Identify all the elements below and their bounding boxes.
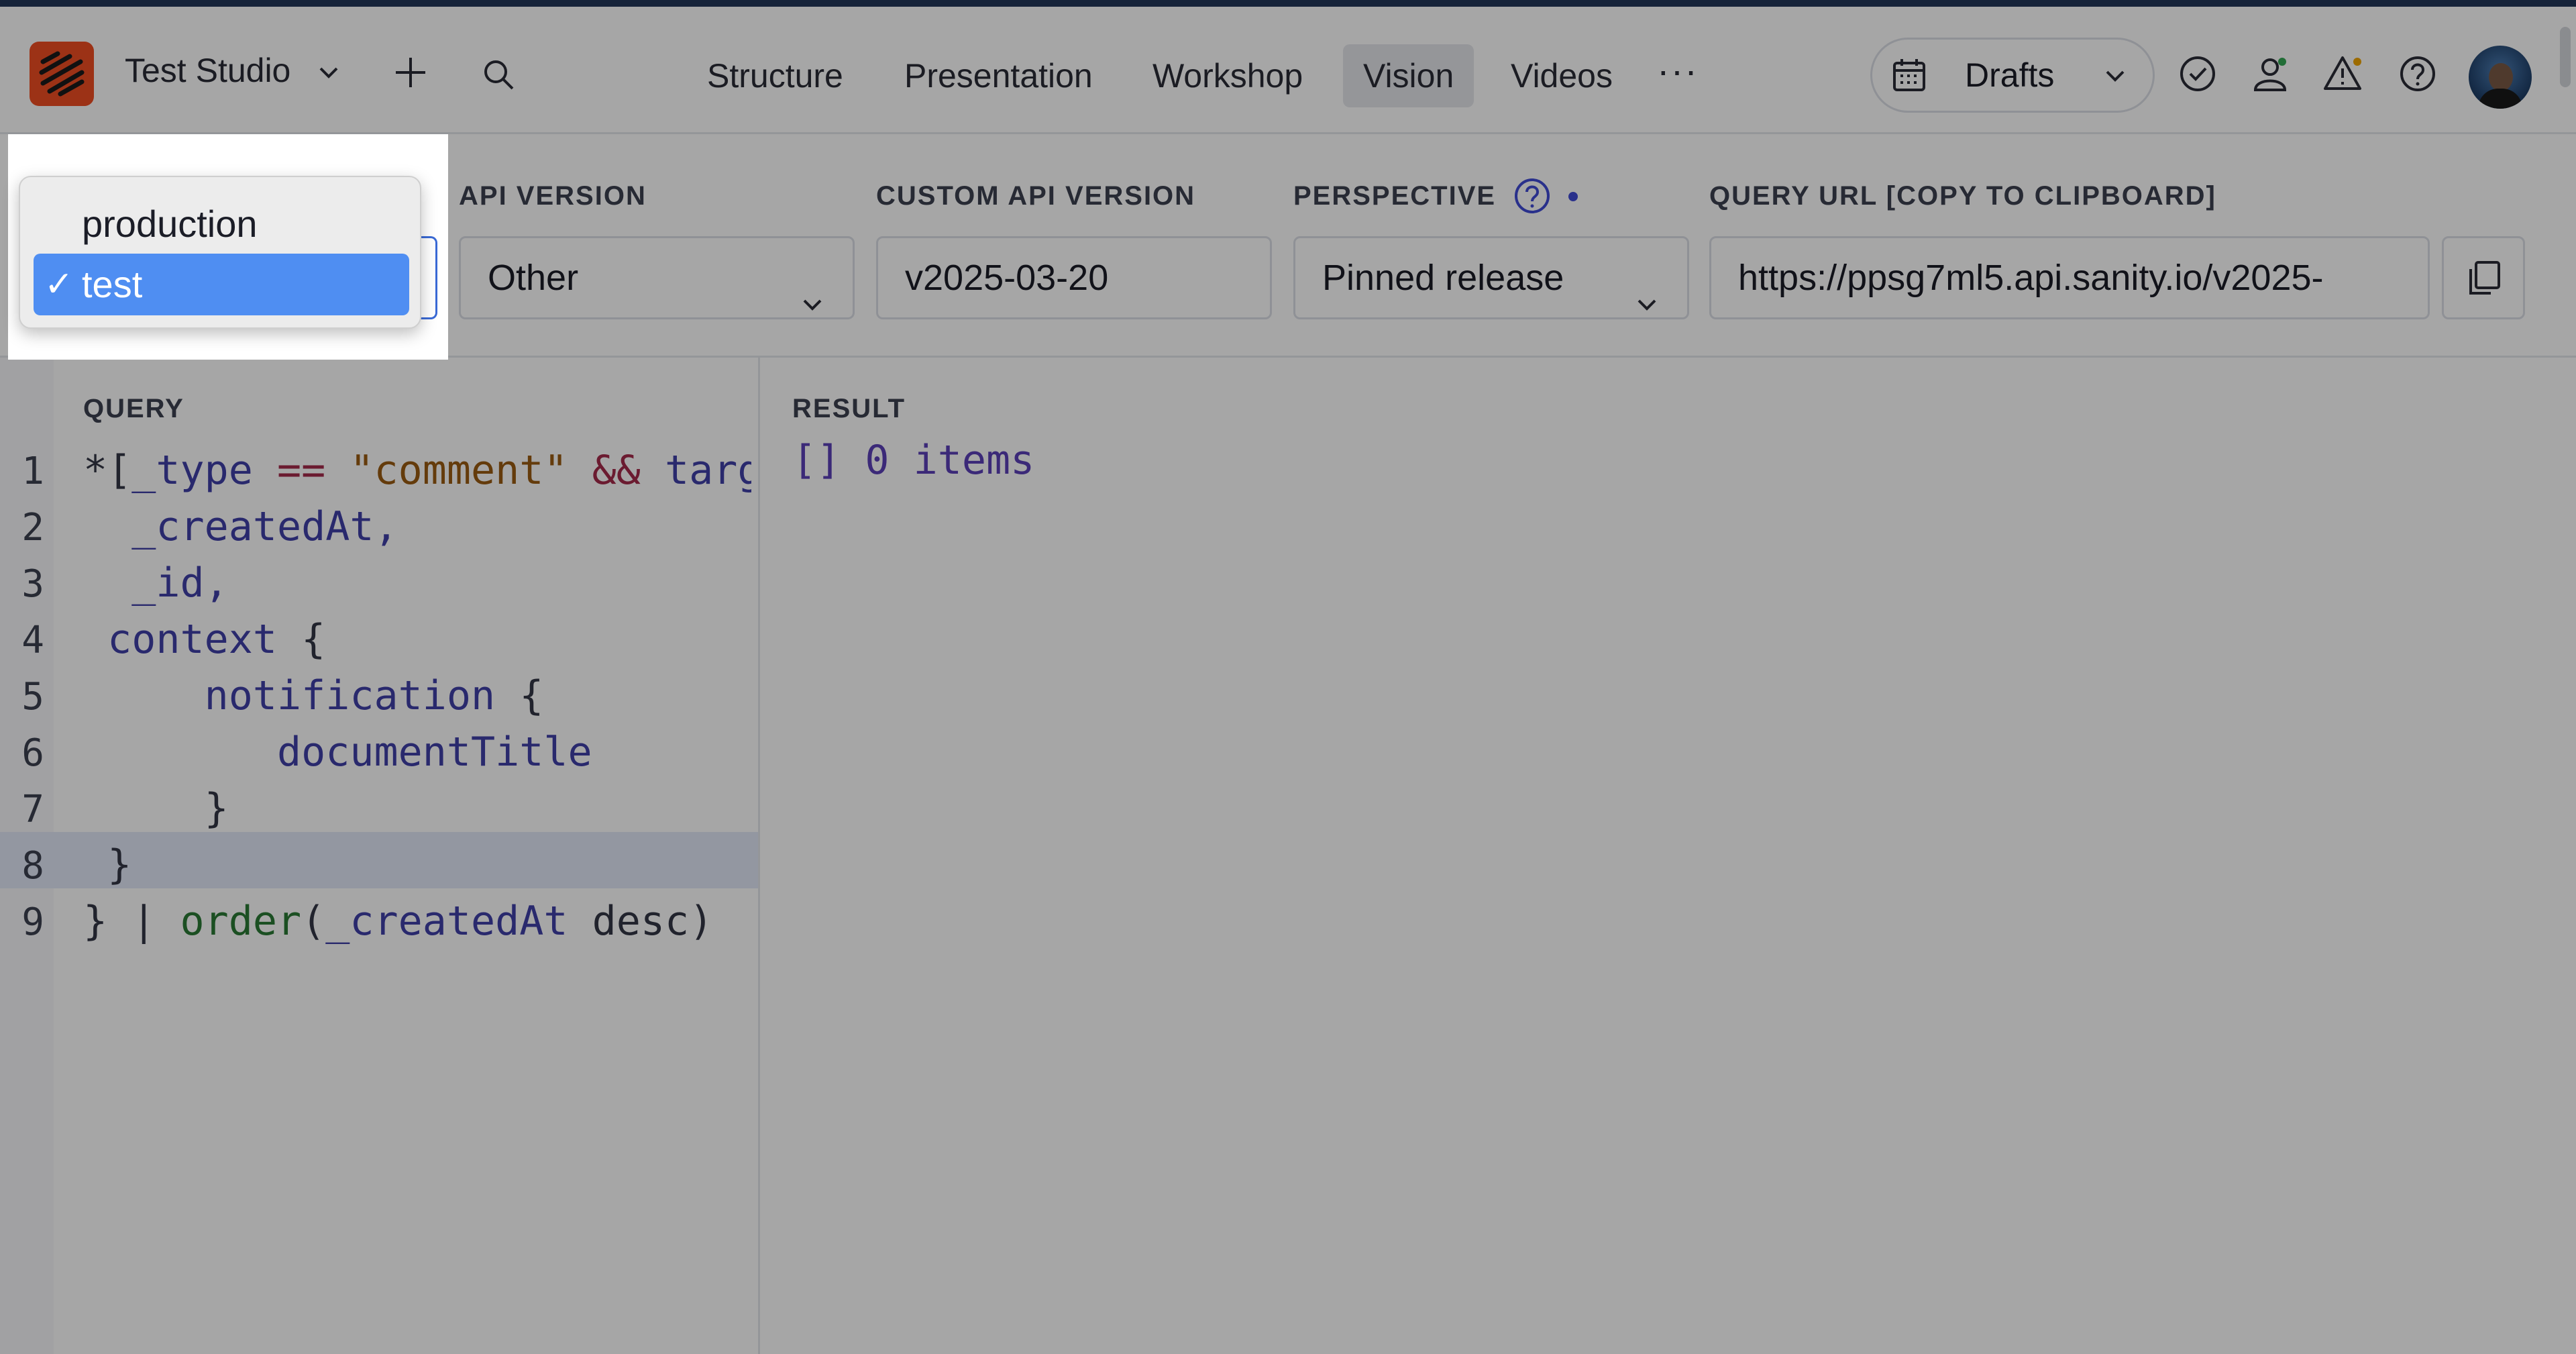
dataset-dropdown-menu: production ✓ test <box>19 176 421 329</box>
dataset-option-label: production <box>82 203 258 245</box>
dataset-option-production[interactable]: production <box>34 193 409 255</box>
checkmark-icon: ✓ <box>44 265 74 304</box>
dataset-option-label: test <box>82 263 143 305</box>
dataset-option-test[interactable]: ✓ test <box>34 254 409 315</box>
